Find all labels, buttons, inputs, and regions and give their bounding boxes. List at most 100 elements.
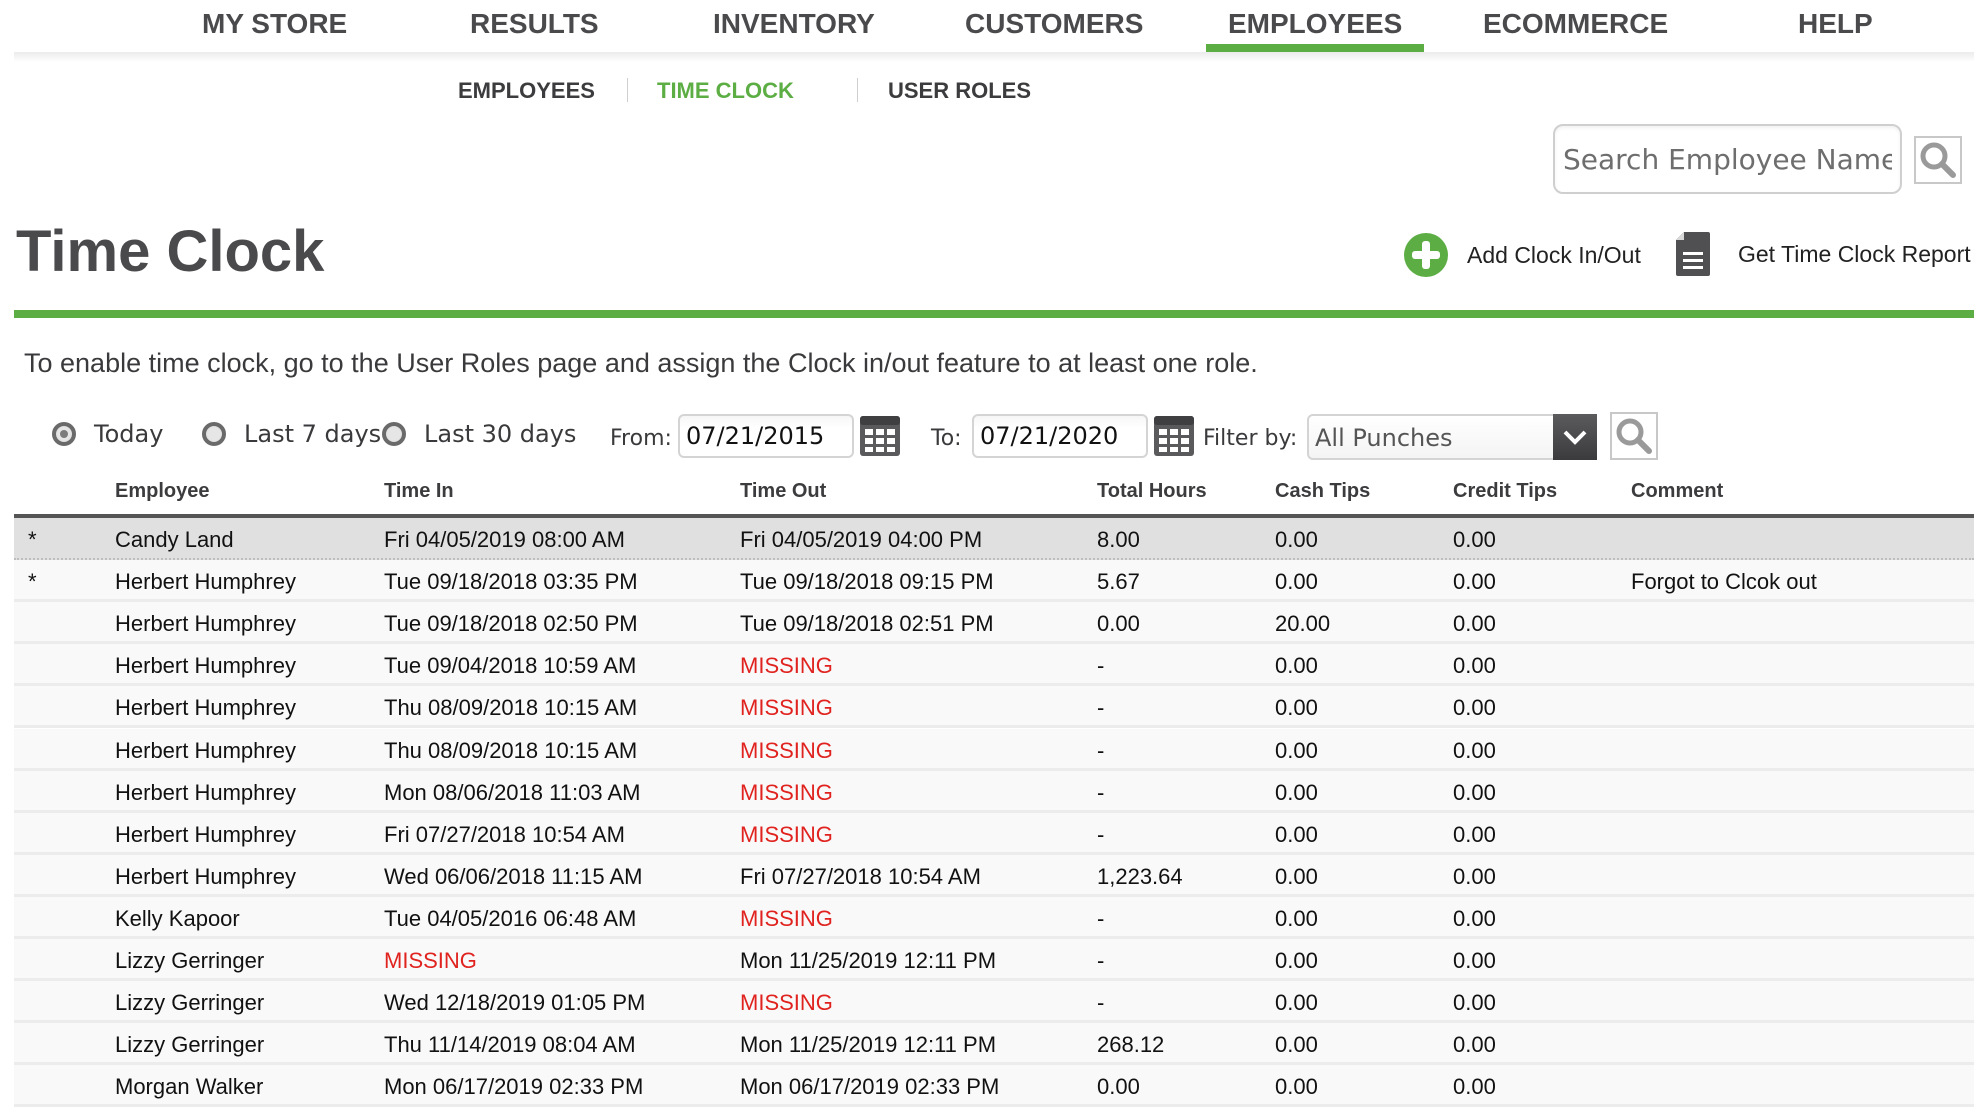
- credit-tips-cell: 0.00: [1453, 737, 1496, 763]
- total-hours-cell: -: [1097, 779, 1105, 805]
- topnav-item-my-store[interactable]: MY STORE: [202, 8, 347, 40]
- radio-today[interactable]: Today: [52, 420, 163, 448]
- credit-tips-cell: 0.00: [1453, 905, 1496, 931]
- topnav-item-ecommerce[interactable]: ECOMMERCE: [1483, 8, 1668, 40]
- radio-label: Last 7 days: [244, 420, 382, 448]
- employee-search-button[interactable]: [1914, 136, 1962, 184]
- topnav-item-employees[interactable]: EMPLOYEES: [1206, 8, 1425, 52]
- radio-last-30-days[interactable]: Last 30 days: [382, 420, 576, 448]
- column-header-cash-tips[interactable]: Cash Tips: [1275, 480, 1370, 503]
- table-row[interactable]: Herbert Humphrey Thu 08/09/2018 10:15 AM M…: [14, 728, 1974, 771]
- column-header-time-out[interactable]: Time Out: [740, 480, 826, 503]
- filter-bar: Today Last 7 days Last 30 days From: To:: [0, 410, 1980, 470]
- table-row[interactable]: Lizzy Gerringer MISSING Mon 11/25/2019 12:…: [14, 939, 1974, 981]
- apply-filter-search-button[interactable]: [1610, 412, 1658, 460]
- employee-cell: Candy Land: [115, 527, 234, 552]
- cash-tips-cell: 20.00: [1275, 611, 1331, 637]
- topnav-label: EMPLOYEES: [1228, 8, 1403, 39]
- cash-tips-cell: 0.00: [1275, 905, 1318, 931]
- employee-cell: Lizzy Gerringer: [115, 948, 265, 973]
- table-row[interactable]: * Candy Land Fri 04/05/2019 08:00 AM Fri 04…: [14, 518, 1974, 560]
- total-hours-cell: 0.00: [1097, 1074, 1140, 1100]
- column-header-employee[interactable]: Employee: [115, 480, 209, 503]
- table-row[interactable]: * Herbert Humphrey Tue 09/18/2018 03:35 PM…: [14, 560, 1974, 603]
- subnav-item-employees[interactable]: EMPLOYEES: [458, 78, 595, 104]
- time-out-cell: Mon 11/25/2019 12:11 PM: [740, 948, 997, 973]
- column-header-time-in[interactable]: Time In: [384, 480, 454, 503]
- cash-tips-cell: 0.00: [1275, 821, 1318, 847]
- total-hours-cell: -: [1097, 737, 1105, 763]
- time-in-cell: Thu 08/09/2018 10:15 AM: [384, 737, 638, 763]
- table-row[interactable]: Lizzy Gerringer Thu 11/14/2019 08:04 AM Mo…: [14, 1023, 1974, 1066]
- time-in-cell: Thu 11/14/2019 08:04 AM: [384, 1032, 636, 1058]
- table-row[interactable]: Herbert Humphrey Mon 08/06/2018 11:03 AM M…: [14, 770, 1974, 813]
- chevron-down-icon: [1553, 414, 1597, 460]
- subnav-item-user-roles[interactable]: USER ROLES: [888, 78, 1031, 104]
- employee-search-input[interactable]: [1553, 124, 1902, 194]
- topnav-item-results[interactable]: RESULTS: [470, 8, 599, 40]
- to-calendar-button[interactable]: [1154, 416, 1194, 456]
- radio-last-7-days[interactable]: Last 7 days: [202, 420, 381, 448]
- from-date-input[interactable]: [678, 414, 854, 458]
- topnav-item-customers[interactable]: CUSTOMERS: [965, 8, 1143, 40]
- active-tab-indicator: [1206, 44, 1425, 52]
- flag-cell: *: [28, 569, 37, 595]
- credit-tips-cell: 0.00: [1453, 863, 1496, 889]
- total-hours-cell: 5.67: [1097, 569, 1140, 595]
- column-header-comment[interactable]: Comment: [1631, 480, 1723, 503]
- table-row[interactable]: Kelly Kapoor Tue 04/05/2016 06:48 AM MISSI…: [14, 896, 1974, 939]
- subnav-item-time-clock[interactable]: TIME CLOCK: [657, 78, 794, 104]
- employee-cell: Herbert Humphrey: [115, 737, 296, 763]
- total-hours-cell: -: [1097, 948, 1105, 973]
- to-date-input[interactable]: [972, 414, 1148, 458]
- from-calendar-button[interactable]: [860, 416, 900, 456]
- table-row[interactable]: Herbert Humphrey Fri 07/27/2018 10:54 AM M…: [14, 812, 1974, 855]
- add-clock-in-out-button[interactable]: Add Clock In/Out: [1403, 232, 1641, 278]
- credit-tips-cell: 0.00: [1453, 569, 1496, 595]
- radio-checked-icon: [52, 422, 76, 446]
- topnav-item-inventory[interactable]: INVENTORY: [713, 8, 875, 40]
- employee-cell: Kelly Kapoor: [115, 905, 240, 931]
- column-header-total-hours[interactable]: Total Hours: [1097, 480, 1207, 503]
- get-time-clock-report-button[interactable]: Get Time Clock Report: [1676, 232, 1971, 276]
- get-time-clock-report-label: Get Time Clock Report: [1738, 240, 1971, 267]
- total-hours-cell: 0.00: [1097, 611, 1140, 637]
- table-row[interactable]: Herbert Humphrey Tue 09/04/2018 10:59 AM M…: [14, 644, 1974, 687]
- time-in-cell: Tue 09/04/2018 10:59 AM: [384, 653, 637, 679]
- radio-unchecked-icon: [202, 422, 226, 446]
- total-hours-cell: -: [1097, 821, 1105, 847]
- time-out-cell: Tue 09/18/2018 02:51 PM: [740, 611, 994, 637]
- employee-cell: Herbert Humphrey: [115, 569, 296, 595]
- column-header-credit-tips[interactable]: Credit Tips: [1453, 480, 1557, 503]
- credit-tips-cell: 0.00: [1453, 695, 1496, 721]
- enable-time-clock-notice: To enable time clock, go to the User Rol…: [24, 348, 1258, 378]
- time-out-cell: MISSING: [740, 821, 833, 847]
- time-out-cell: MISSING: [740, 695, 833, 721]
- table-row[interactable]: Morgan Walker Mon 06/17/2019 02:33 PM Mon …: [14, 1065, 1974, 1108]
- topnav-label: INVENTORY: [713, 8, 875, 39]
- topnav-item-help[interactable]: HELP: [1798, 8, 1873, 40]
- credit-tips-cell: 0.00: [1453, 611, 1496, 637]
- time-in-cell: MISSING: [384, 948, 477, 973]
- radio-label: Today: [94, 420, 164, 448]
- subnav-divider: [857, 78, 858, 102]
- total-hours-cell: 1,223.64: [1097, 863, 1183, 889]
- time-in-cell: Mon 06/17/2019 02:33 PM: [384, 1074, 644, 1100]
- punch-filter-value: All Punches: [1315, 424, 1453, 452]
- credit-tips-cell: 0.00: [1453, 779, 1496, 805]
- table-row[interactable]: Herbert Humphrey Thu 08/09/2018 10:15 AM M…: [14, 686, 1974, 729]
- table-row[interactable]: Lizzy Gerringer Wed 12/18/2019 01:05 PM MI…: [14, 981, 1974, 1024]
- table-row[interactable]: Herbert Humphrey Tue 09/18/2018 02:50 PM T…: [14, 602, 1974, 645]
- topnav-shadow: [14, 52, 1974, 62]
- total-hours-cell: -: [1097, 653, 1105, 679]
- subnav-divider: [627, 78, 628, 102]
- topnav-label: CUSTOMERS: [965, 8, 1144, 39]
- to-label: To:: [931, 426, 962, 451]
- from-label: From:: [610, 426, 672, 451]
- cash-tips-cell: 0.00: [1275, 948, 1318, 973]
- punch-filter-select[interactable]: All Punches: [1307, 414, 1597, 460]
- table-row[interactable]: Herbert Humphrey Wed 06/06/2018 11:15 AM F…: [14, 854, 1974, 897]
- time-out-cell: Fri 07/27/2018 10:54 AM: [740, 863, 981, 889]
- employee-cell: Herbert Humphrey: [115, 695, 296, 721]
- radio-unchecked-icon: [382, 422, 406, 446]
